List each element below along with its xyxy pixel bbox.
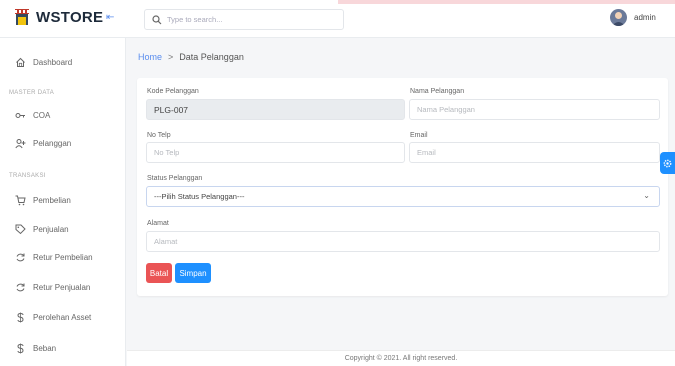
sidebar-item-coa[interactable]: COA bbox=[15, 110, 50, 121]
sidebar-item-label: COA bbox=[33, 111, 51, 120]
breadcrumb-current: Data Pelanggan bbox=[179, 52, 244, 62]
dollar-icon bbox=[17, 343, 24, 354]
store-logo-icon bbox=[15, 9, 29, 25]
sidebar-collapse-icon[interactable]: ⇤ bbox=[106, 12, 114, 23]
alert-strip bbox=[338, 0, 675, 4]
sidebar-item-label: Penjualan bbox=[33, 225, 69, 234]
brand-name: WSTORE bbox=[36, 8, 104, 26]
sidebar-item-dashboard[interactable]: Dashboard bbox=[15, 57, 72, 68]
sidebar-item-label: Dashboard bbox=[33, 58, 73, 67]
sidebar-item-pembelian[interactable]: Pembelian bbox=[15, 195, 71, 206]
save-button[interactable]: Simpan bbox=[175, 263, 211, 283]
email-field[interactable] bbox=[409, 142, 660, 163]
sidebar-item-retur-pembelian[interactable]: Retur Pembelian bbox=[15, 252, 93, 263]
section-title-transaksi: TRANSAKSI bbox=[9, 173, 46, 179]
sidebar-item-label: Retur Penjualan bbox=[33, 283, 91, 292]
brand[interactable]: WSTORE bbox=[14, 8, 103, 26]
chevron-down-icon: ⌄ bbox=[643, 191, 650, 200]
alamat-label: Alamat bbox=[147, 220, 169, 227]
cart-icon bbox=[15, 195, 26, 206]
kode-pelanggan-field bbox=[146, 99, 405, 120]
telp-label: No Telp bbox=[147, 132, 171, 139]
breadcrumb: Home > Data Pelanggan bbox=[138, 52, 244, 62]
sidebar-item-penjualan[interactable]: Penjualan bbox=[15, 224, 69, 235]
sidebar-item-label: Pembelian bbox=[33, 196, 71, 205]
sidebar-item-label: Retur Pembelian bbox=[33, 253, 93, 262]
user-plus-icon bbox=[15, 139, 26, 149]
settings-float-button[interactable] bbox=[660, 152, 675, 174]
search-input[interactable] bbox=[167, 15, 337, 24]
chevron-right-icon: > bbox=[168, 52, 174, 62]
avatar[interactable] bbox=[610, 9, 627, 26]
footer: Copyright © 2021. All right reserved. bbox=[127, 350, 675, 366]
sidebar-item-label: Beban bbox=[33, 344, 57, 353]
sidebar-item-label: Perolehan Asset bbox=[33, 313, 92, 322]
nama-label: Nama Pelanggan bbox=[410, 88, 465, 95]
tag-icon bbox=[15, 224, 26, 235]
cancel-button[interactable]: Batal bbox=[146, 263, 172, 283]
top-navbar: WSTORE ⇤ admin bbox=[0, 0, 675, 38]
search-icon bbox=[152, 14, 162, 24]
user-avatar-icon bbox=[612, 12, 625, 26]
nama-pelanggan-field[interactable] bbox=[409, 99, 660, 120]
sidebar-item-perolehan-asset[interactable]: Perolehan Asset bbox=[15, 312, 91, 323]
refresh-icon bbox=[16, 283, 25, 292]
no-telp-field[interactable] bbox=[146, 142, 405, 163]
breadcrumb-home-link[interactable]: Home bbox=[138, 52, 162, 62]
email-label: Email bbox=[410, 132, 428, 139]
status-pelanggan-select[interactable]: ---Pilih Status Pelanggan--- ⌄ bbox=[146, 186, 660, 207]
status-label: Status Pelanggan bbox=[147, 175, 203, 182]
sidebar-item-beban[interactable]: Beban bbox=[15, 343, 56, 354]
alamat-field[interactable] bbox=[146, 231, 660, 252]
sidebar-item-label: Pelanggan bbox=[33, 139, 72, 148]
search-box[interactable] bbox=[144, 9, 344, 30]
kode-label: Kode Pelanggan bbox=[147, 88, 199, 95]
sidebar: Dashboard MASTER DATA COA Pelanggan TRAN… bbox=[0, 38, 126, 366]
gear-icon bbox=[663, 159, 672, 167]
home-icon bbox=[16, 57, 25, 67]
dollar-icon bbox=[17, 312, 24, 323]
status-select-value: ---Pilih Status Pelanggan--- bbox=[154, 192, 245, 201]
user-name[interactable]: admin bbox=[634, 13, 656, 22]
copyright-text: Copyright © 2021. All right reserved. bbox=[344, 355, 458, 362]
key-icon bbox=[15, 113, 25, 118]
section-title-master: MASTER DATA bbox=[9, 90, 55, 96]
customer-form-card: Kode Pelanggan Nama Pelanggan No Telp Em… bbox=[137, 78, 668, 296]
sidebar-item-retur-penjualan[interactable]: Retur Penjualan bbox=[15, 282, 90, 293]
sidebar-item-pelanggan[interactable]: Pelanggan bbox=[15, 138, 71, 149]
refresh-icon bbox=[16, 253, 25, 262]
